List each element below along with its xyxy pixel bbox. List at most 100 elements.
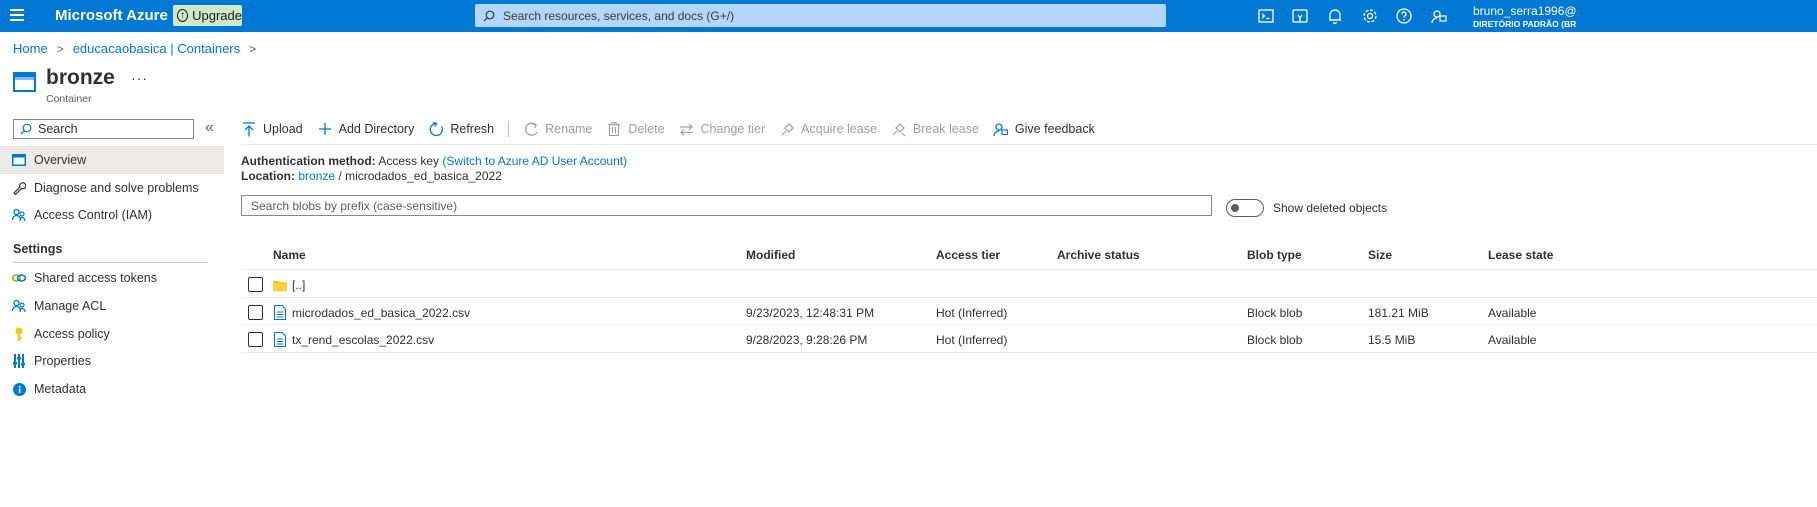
acquire-lease-button[interactable]: Acquire lease [779,121,877,137]
add-directory-button[interactable]: Add Directory [317,121,415,137]
give-feedback-button[interactable]: Give feedback [993,121,1095,137]
link-icon [12,271,26,285]
feedback-icon[interactable] [1430,7,1448,25]
sidebar-item-access-control[interactable]: Access Control (IAM) [0,201,224,229]
more-options-button[interactable]: ··· [131,70,148,86]
acquire-lease-label: Acquire lease [801,122,877,136]
location-container-link[interactable]: bronze [298,169,335,183]
refresh-icon [428,121,444,137]
table-row[interactable]: microdados_ed_basica_2022.csv 9/23/2023,… [241,299,1817,326]
change-tier-button[interactable]: Change tier [679,121,766,137]
collapse-sidebar-button[interactable]: « [205,119,214,137]
table-row[interactable]: [..] [241,271,1817,298]
sidebar-item-shared-access-tokens[interactable]: Shared access tokens [0,264,224,292]
rename-button[interactable]: Rename [523,121,592,137]
blob-search-box[interactable] [241,195,1212,216]
show-deleted-label: Show deleted objects [1273,201,1388,215]
switch-auth-link[interactable]: (Switch to Azure AD User Account) [442,154,627,168]
row-access-tier: Hot (Inferred) [936,306,1008,320]
rename-icon [523,121,539,137]
sidebar-item-label: Properties [34,354,91,368]
row-name-link[interactable]: [..] [292,278,305,292]
breadcrumb-home[interactable]: Home [13,41,48,56]
authentication-method: Authentication method: Access key (Switc… [241,154,627,168]
overview-icon [12,153,26,167]
user-name[interactable]: bruno_serra1996@ [1473,4,1577,18]
breadcrumb-containers[interactable]: educacaobasica | Containers [73,41,240,56]
global-search-input[interactable] [501,7,1145,24]
sidebar-item-diagnose[interactable]: Diagnose and solve problems [0,174,224,202]
settings-icon[interactable] [1361,7,1379,25]
breadcrumb-separator: > [56,41,64,56]
help-icon[interactable] [1395,7,1413,25]
refresh-button[interactable]: Refresh [428,121,494,137]
table-row[interactable]: tx_rend_escolas_2022.csv 9/28/2023, 9:28… [241,326,1817,353]
swap-arrows-icon [679,121,695,137]
column-header-access-tier[interactable]: Access tier [936,248,1000,262]
page-subtitle: Container [46,93,92,105]
row-checkbox[interactable] [248,332,263,347]
row-name-link[interactable]: microdados_ed_basica_2022.csv [292,306,470,320]
global-search-box[interactable] [475,4,1166,27]
cloud-shell-icon[interactable] [1257,7,1275,25]
sidebar-item-label: Shared access tokens [34,271,157,285]
row-name-link[interactable]: tx_rend_escolas_2022.csv [292,333,434,347]
upgrade-button[interactable]: ↑ Upgrade [173,5,242,26]
column-header-lease-state[interactable]: Lease state [1488,248,1553,262]
show-deleted-toggle[interactable] [1226,199,1264,217]
auth-value: Access key [378,154,440,168]
page-title: bronze [46,66,115,89]
column-header-name[interactable]: Name [273,248,306,262]
blob-search-input[interactable] [249,197,1203,214]
location-path: microdados_ed_basica_2022 [345,169,502,183]
brand-title[interactable]: Microsoft Azure [55,7,168,24]
row-size: 181.21 MiB [1368,306,1429,320]
top-bar: Microsoft Azure ↑ Upgrade bruno_serra199… [0,0,1817,32]
row-checkbox[interactable] [248,305,263,320]
add-directory-label: Add Directory [338,122,415,136]
sidebar-item-label: Access policy [34,327,110,341]
column-header-modified[interactable]: Modified [746,248,795,262]
breadcrumb-separator: > [249,41,257,56]
plus-icon [317,121,333,137]
menu-icon[interactable] [10,9,24,23]
sidebar-item-metadata[interactable]: Metadata [0,375,224,403]
file-icon [274,332,286,347]
delete-button[interactable]: Delete [606,121,665,137]
break-lease-button[interactable]: Break lease [891,121,979,137]
row-divider [241,352,1817,353]
column-header-blob-type[interactable]: Blob type [1247,248,1302,262]
command-bar: Upload Add Directory Refresh Rename Dele… [241,118,1109,140]
sidebar-item-label: Access Control (IAM) [34,208,153,222]
directory-filter-icon[interactable] [1291,7,1309,25]
trash-icon [606,121,622,137]
toolbar-separator [508,121,510,137]
upload-label: Upload [263,122,303,136]
row-lease-state: Available [1488,333,1537,347]
upgrade-arrow-icon: ↑ [177,9,189,22]
table-header-divider [241,269,1817,270]
breadcrumb: Home > educacaobasica | Containers > [13,41,265,56]
auth-label: Authentication method: [241,154,376,168]
sidebar-item-manage-acl[interactable]: Manage ACL [0,292,224,320]
feedback-icon [993,121,1009,137]
column-header-archive-status[interactable]: Archive status [1057,248,1140,262]
notifications-icon[interactable] [1326,7,1344,25]
sidebar-search-box[interactable] [13,119,194,139]
sidebar-item-label: Diagnose and solve problems [34,181,199,195]
sidebar-item-properties[interactable]: Properties [0,347,224,375]
sidebar-search-input[interactable] [36,121,190,137]
sidebar-item-overview[interactable]: Overview [0,146,224,174]
search-icon [483,10,495,21]
row-blob-type: Block blob [1247,333,1303,347]
upload-icon [241,121,257,137]
info-icon [12,382,26,396]
column-header-size[interactable]: Size [1368,248,1392,262]
upload-button[interactable]: Upload [241,121,303,137]
row-checkbox[interactable] [248,277,263,292]
search-icon [20,123,32,135]
location-label: Location: [241,169,295,183]
sidebar-item-access-policy[interactable]: Access policy [0,320,224,348]
change-tier-label: Change tier [700,122,766,136]
give-feedback-label: Give feedback [1014,122,1095,136]
